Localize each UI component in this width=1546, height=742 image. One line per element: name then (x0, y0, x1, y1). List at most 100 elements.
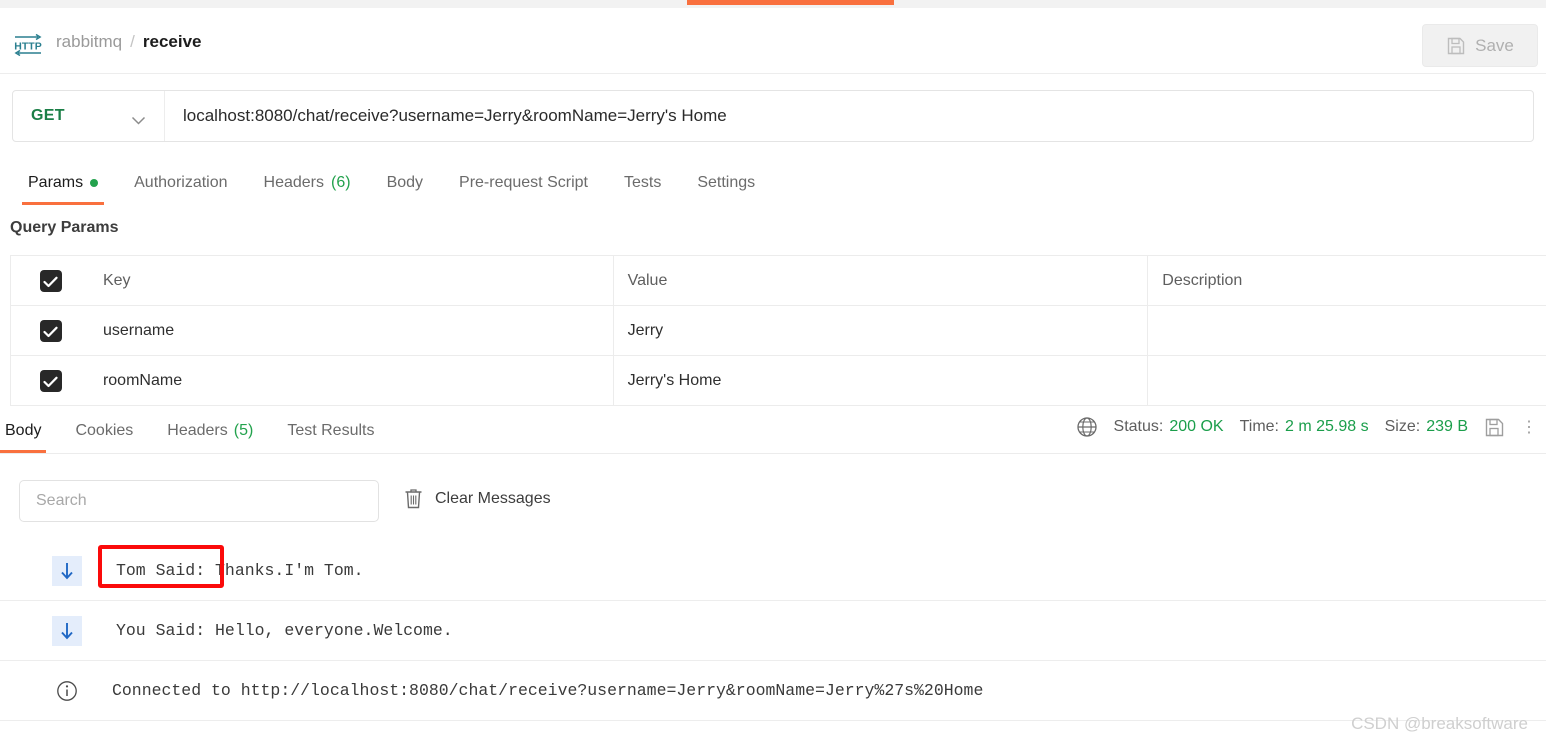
window-tab-strip (0, 0, 1546, 8)
column-header-value-label: Value (628, 272, 668, 290)
watermark: CSDN @breaksoftware (1351, 714, 1528, 734)
tab-settings-label: Settings (697, 174, 755, 192)
response-status-bar: Status: 200 OK Time: 2 m 25.98 s Size: 2… (1076, 416, 1538, 438)
svg-text:HTTP: HTTP (14, 41, 41, 53)
tab-headers[interactable]: Headers (6) (246, 160, 369, 205)
arrow-down-icon (52, 556, 82, 586)
http-method-select[interactable]: GET (13, 91, 165, 141)
check-icon (43, 325, 58, 337)
row-description-cell[interactable] (1148, 356, 1546, 406)
tab-pre-request-script-label: Pre-request Script (459, 174, 588, 192)
message-text: Connected to http://localhost:8080/chat/… (112, 681, 983, 700)
response-divider (0, 453, 1546, 454)
response-tab-cookies-label: Cookies (75, 422, 133, 440)
http-icon: HTTP (12, 30, 44, 60)
row-value-cell[interactable]: Jerry's Home (614, 356, 1149, 406)
row-value-text: Jerry's Home (628, 372, 722, 390)
clear-messages-label: Clear Messages (435, 490, 551, 508)
tab-authorization-label: Authorization (134, 174, 227, 192)
message-text: Tom Said: Thanks.I'm Tom. (116, 561, 364, 580)
breadcrumb: rabbitmq / receive (56, 32, 202, 52)
globe-icon[interactable] (1076, 416, 1098, 438)
tab-settings[interactable]: Settings (679, 160, 773, 205)
time-label: Time: (1240, 418, 1279, 436)
select-all-checkbox[interactable] (40, 270, 62, 292)
column-header-value: Value (614, 256, 1149, 306)
response-tab-test-results[interactable]: Test Results (270, 408, 391, 453)
row-checkbox-roomname[interactable] (40, 370, 62, 392)
row-value-text: Jerry (628, 322, 664, 340)
tab-body-label: Body (387, 174, 423, 192)
column-header-description: Description (1148, 256, 1546, 306)
save-button-label: Save (1475, 36, 1514, 56)
row-description-cell[interactable] (1148, 306, 1546, 356)
row-key-text: roomName (103, 372, 182, 390)
check-icon (43, 275, 58, 287)
list-item[interactable]: Tom Said: Thanks.I'm Tom. (0, 541, 1546, 601)
check-icon (43, 375, 58, 387)
table-header-row: Key Value Description (11, 256, 1546, 306)
row-key-cell[interactable]: roomName (91, 356, 614, 406)
chevron-down-icon (131, 112, 146, 121)
info-circle-icon (52, 676, 82, 706)
status-label: Status: (1114, 418, 1164, 436)
url-bar: GET localhost:8080/chat/receive?username… (12, 90, 1534, 142)
save-response-icon[interactable] (1484, 417, 1505, 438)
tab-tests[interactable]: Tests (606, 160, 679, 205)
row-select-cell (11, 306, 91, 356)
response-tab-headers-label: Headers (167, 422, 227, 440)
column-header-key-label: Key (103, 272, 131, 290)
select-all-cell (11, 256, 91, 306)
save-button[interactable]: Save (1422, 24, 1538, 67)
tab-params-label: Params (28, 174, 83, 192)
arrow-down-icon (52, 616, 82, 646)
postman-request-window: HTTP rabbitmq / receive Save GET (0, 0, 1546, 742)
params-modified-dot (90, 179, 98, 187)
column-header-key: Key (91, 256, 614, 306)
trash-icon (404, 488, 423, 509)
list-item[interactable]: Connected to http://localhost:8080/chat/… (0, 661, 1546, 721)
column-header-description-label: Description (1162, 272, 1242, 290)
active-tab-indicator[interactable] (687, 0, 894, 5)
query-params-table: Key Value Description userna (10, 255, 1546, 406)
row-value-cell[interactable]: Jerry (614, 306, 1149, 356)
floppy-disk-icon (1446, 36, 1466, 56)
tab-authorization[interactable]: Authorization (116, 160, 245, 205)
query-params-title: Query Params (10, 219, 119, 237)
clear-messages-button[interactable]: Clear Messages (404, 488, 551, 509)
status-value: 200 OK (1169, 418, 1223, 436)
list-item[interactable]: You Said: Hello, everyone.Welcome. (0, 601, 1546, 661)
breadcrumb-separator: / (130, 32, 135, 52)
time-badge: Time: 2 m 25.98 s (1240, 418, 1369, 436)
row-key-cell[interactable]: username (91, 306, 614, 356)
row-checkbox-username[interactable] (40, 320, 62, 342)
request-tabs: Params Authorization Headers (6) Body Pr… (0, 160, 1546, 205)
tab-pre-request-script[interactable]: Pre-request Script (441, 160, 606, 205)
tab-tests-label: Tests (624, 174, 661, 192)
tab-headers-label: Headers (264, 174, 324, 192)
search-input-wrapper (19, 480, 379, 522)
breadcrumb-request-name[interactable]: receive (143, 32, 202, 52)
response-tab-body[interactable]: Body (0, 408, 58, 453)
search-input[interactable] (36, 492, 378, 510)
response-tab-cookies[interactable]: Cookies (58, 408, 150, 453)
time-value: 2 m 25.98 s (1285, 418, 1369, 436)
response-tab-headers[interactable]: Headers (5) (150, 408, 270, 453)
status-badge: Status: 200 OK (1114, 418, 1224, 436)
message-text: You Said: Hello, everyone.Welcome. (116, 621, 453, 640)
size-label: Size: (1385, 418, 1421, 436)
table-row: roomName Jerry's Home (11, 356, 1546, 406)
response-tab-test-results-label: Test Results (287, 422, 374, 440)
breadcrumb-collection[interactable]: rabbitmq (56, 32, 122, 52)
size-badge: Size: 239 B (1385, 418, 1468, 436)
url-input[interactable]: localhost:8080/chat/receive?username=Jer… (165, 91, 1533, 141)
response-overflow-menu-icon[interactable]: ⋮ (1521, 417, 1538, 437)
request-header: HTTP rabbitmq / receive Save (0, 8, 1546, 74)
row-key-text: username (103, 322, 174, 340)
message-list: Tom Said: Thanks.I'm Tom. You Said: Hell… (0, 541, 1546, 721)
tab-body[interactable]: Body (369, 160, 441, 205)
tab-params[interactable]: Params (10, 160, 116, 205)
size-value: 239 B (1426, 418, 1468, 436)
http-method-label: GET (31, 107, 65, 125)
row-select-cell (11, 356, 91, 406)
